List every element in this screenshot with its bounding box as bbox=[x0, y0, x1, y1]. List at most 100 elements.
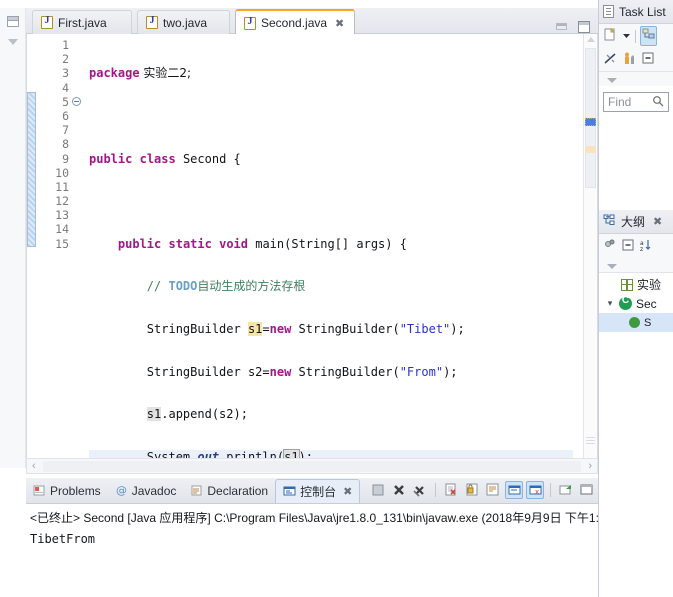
focus-on-workweek-icon[interactable] bbox=[603, 51, 618, 69]
code-token: main(String[] args) { bbox=[248, 236, 407, 251]
pin-console-icon[interactable]: x bbox=[526, 481, 544, 499]
toolbar-separator bbox=[435, 483, 436, 497]
editor-horizontal-scrollbar[interactable]: ‹ › bbox=[26, 458, 598, 474]
tab-label: Problems bbox=[50, 483, 101, 498]
sort-icon[interactable]: a z bbox=[639, 238, 653, 255]
word-wrap-icon[interactable] bbox=[484, 481, 502, 499]
open-console-icon[interactable] bbox=[578, 481, 596, 499]
maximize-button[interactable] bbox=[576, 20, 592, 34]
editor-tab-bar: First.java two.java Second.java ✖ bbox=[26, 8, 598, 35]
horizontal-scrollbar-thumb[interactable] bbox=[43, 461, 581, 472]
tab-label: Javadoc bbox=[131, 483, 177, 498]
search-input[interactable]: Find bbox=[603, 92, 669, 112]
class-icon bbox=[619, 295, 632, 310]
code-token: .append(s2); bbox=[161, 407, 248, 422]
editor-window-buttons bbox=[554, 20, 592, 34]
editor-tab-label: two.java bbox=[163, 15, 208, 30]
line-number: 10 bbox=[55, 165, 69, 180]
tab-console[interactable]: 控制台 ✖ bbox=[275, 478, 361, 503]
folding-ruler[interactable] bbox=[71, 38, 85, 109]
tab-declaration[interactable]: Declaration bbox=[183, 479, 275, 503]
line-number: 7 bbox=[62, 123, 69, 138]
keyword-token: void bbox=[219, 236, 248, 251]
task-list-body[interactable] bbox=[599, 118, 673, 210]
console-output-area[interactable]: <已终止> Second [Java 应用程序] C:\Program File… bbox=[26, 504, 598, 597]
keyword-token: new bbox=[269, 364, 292, 379]
terminate-icon[interactable] bbox=[369, 481, 387, 499]
keyword-token: class bbox=[139, 151, 176, 166]
occurrence-marker[interactable] bbox=[585, 118, 596, 126]
editor-tab-two-java[interactable]: two.java bbox=[137, 10, 230, 34]
tab-problems[interactable]: Problems bbox=[26, 479, 108, 503]
task-list-header[interactable]: Task List bbox=[599, 0, 673, 24]
search-icon[interactable] bbox=[652, 95, 664, 110]
view-menu-arrow-icon[interactable] bbox=[7, 39, 18, 45]
code-token: StringBuilder bbox=[146, 321, 248, 336]
scroll-lock-icon[interactable] bbox=[463, 481, 481, 499]
occurrence-token: s1 bbox=[146, 407, 162, 422]
keyword-token: new bbox=[269, 321, 292, 336]
hide-fields-icon[interactable] bbox=[603, 238, 617, 255]
outline-item-class[interactable]: ▾ Sec bbox=[599, 294, 673, 313]
svg-text:z: z bbox=[640, 246, 643, 252]
categorize-icon[interactable] bbox=[640, 26, 657, 46]
outline-toolbar: a z bbox=[599, 234, 673, 258]
line-number: 12 bbox=[55, 194, 69, 209]
view-menu-arrow-icon[interactable] bbox=[607, 78, 617, 83]
string-token: "From" bbox=[399, 364, 444, 379]
close-icon[interactable]: ✖ bbox=[343, 485, 352, 498]
close-icon[interactable]: ✖ bbox=[653, 215, 662, 228]
outline-tree[interactable]: 实验 ▾ Sec S bbox=[599, 273, 673, 332]
person-icon[interactable] bbox=[622, 51, 637, 69]
line-number: 4 bbox=[62, 80, 69, 95]
restore-view-icon[interactable] bbox=[6, 16, 19, 27]
overview-bottom-marker bbox=[586, 437, 595, 445]
editor-tab-label: Second.java bbox=[261, 16, 328, 30]
code-line-5: public static void main(String[] args) { bbox=[89, 237, 573, 251]
remove-all-terminated-icon[interactable] bbox=[411, 481, 429, 499]
code-line-1: package 实验二2; bbox=[89, 66, 573, 80]
dropdown-arrow-icon[interactable] bbox=[622, 29, 631, 43]
show-console-on-output-icon[interactable] bbox=[505, 481, 523, 499]
outline-item-method[interactable]: S bbox=[599, 313, 673, 332]
code-editor[interactable]: 1 2 3 4 5 6 7 8 9 10 11 12 13 14 15 pack… bbox=[26, 34, 598, 549]
tab-label: 控制台 bbox=[300, 484, 337, 499]
collapse-method-icon[interactable] bbox=[72, 96, 81, 106]
scroll-right-arrow-icon[interactable]: › bbox=[583, 460, 597, 472]
collapse-all-icon[interactable] bbox=[641, 51, 655, 68]
line-number: 6 bbox=[62, 108, 69, 123]
display-selected-console-icon[interactable] bbox=[557, 481, 575, 499]
editor-overview-ruler[interactable] bbox=[583, 34, 597, 467]
editor-gutter[interactable] bbox=[27, 34, 39, 467]
new-task-icon[interactable] bbox=[603, 27, 618, 45]
java-file-icon bbox=[41, 15, 53, 29]
chevron-down-icon[interactable]: ▾ bbox=[605, 298, 615, 309]
line-number: 9 bbox=[62, 151, 69, 166]
change-marker[interactable] bbox=[585, 146, 596, 153]
scroll-up-arrow-icon[interactable] bbox=[587, 37, 595, 42]
keyword-token: public bbox=[89, 151, 133, 166]
view-menu-arrow-icon[interactable] bbox=[607, 264, 617, 269]
line-number: 2 bbox=[62, 52, 69, 67]
comment-cn-token: 自动生成的方法存根 bbox=[197, 279, 306, 294]
code-token: s2 bbox=[247, 364, 263, 379]
editor-tab-first-java[interactable]: First.java bbox=[32, 10, 132, 34]
console-status-line: <已终止> Second [Java 应用程序] C:\Program File… bbox=[30, 511, 598, 525]
svg-text:@: @ bbox=[116, 484, 127, 497]
minimize-button[interactable] bbox=[554, 20, 570, 34]
close-icon[interactable]: ✖ bbox=[335, 17, 344, 30]
outline-icon bbox=[603, 214, 616, 230]
hide-static-icon[interactable] bbox=[621, 238, 635, 255]
remove-launch-icon[interactable] bbox=[390, 481, 408, 499]
right-sidebar: Task List Find 大纲 ✖ a z 实验 ▾ C Sec S bbox=[598, 0, 673, 597]
outline-item-package[interactable]: 实验 bbox=[599, 275, 673, 294]
scroll-left-arrow-icon[interactable]: ‹ bbox=[27, 460, 41, 472]
line-number: 11 bbox=[55, 179, 69, 194]
keyword-token: public bbox=[117, 236, 162, 251]
outline-header[interactable]: 大纲 ✖ bbox=[599, 210, 673, 234]
clear-console-icon[interactable] bbox=[442, 481, 460, 499]
line-number: 8 bbox=[62, 137, 69, 152]
editor-tab-second-java[interactable]: Second.java ✖ bbox=[235, 9, 355, 35]
tab-javadoc[interactable]: @ Javadoc bbox=[108, 479, 184, 503]
